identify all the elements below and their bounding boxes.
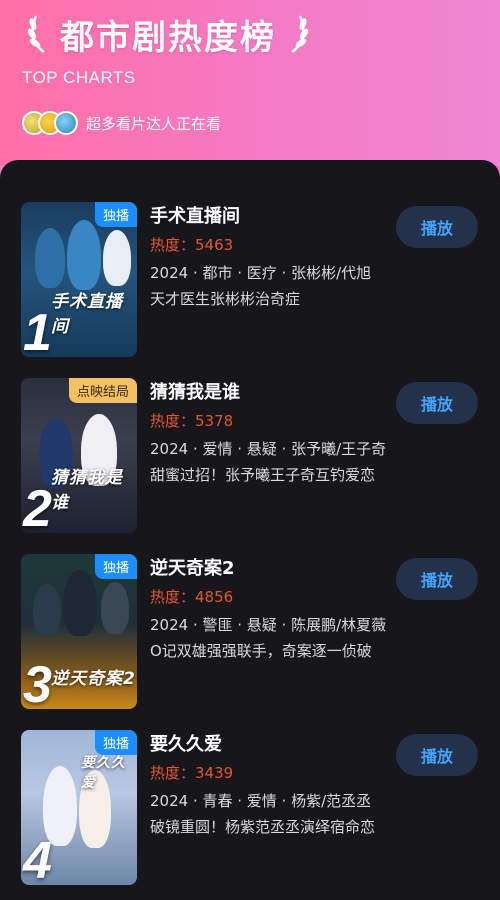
header: 都市剧热度榜 TOP CHARTS 超多看片达人正在看 — [0, 0, 500, 165]
title-row: 都市剧热度榜 — [26, 8, 310, 60]
avatar — [54, 111, 78, 135]
rank-number: 1 — [23, 304, 52, 357]
laurel-icon — [27, 15, 45, 54]
show-title[interactable]: 逆天奇案2 — [150, 556, 410, 582]
ended-badge: 点映结局 — [68, 378, 137, 403]
viewer-text: 超多看片达人正在看 — [86, 114, 222, 133]
show-description: 天才医生张彬彬治奇症 — [150, 290, 301, 308]
item-info: 手术直播间 热度：5463 2024 · 都市 · 医疗 · 张彬彬/代旭 天才… — [150, 204, 410, 310]
play-button[interactable]: 播放 — [396, 206, 478, 248]
heat-row: 热度：5463 — [150, 234, 410, 256]
heat-value: 3439 — [195, 764, 234, 782]
show-title[interactable]: 猜猜我是谁 — [150, 380, 410, 406]
heat-value: 5463 — [195, 236, 234, 254]
show-meta: 2024 · 爱情 · 悬疑 · 张予曦/王子奇 — [150, 440, 387, 458]
poster-caption: 要久久爱 — [81, 755, 126, 791]
laurel-icon — [291, 15, 309, 54]
heat-label: 热度： — [150, 412, 196, 430]
show-description: 甜蜜过招！张予曦王子奇互钓爱恋 — [150, 466, 376, 484]
show-meta: 2024 · 警匪 · 悬疑 · 陈展鹏/林夏薇 — [150, 616, 387, 634]
page-title: 都市剧热度榜 — [60, 17, 276, 58]
play-button[interactable]: 播放 — [396, 382, 478, 424]
show-meta: 2024 · 青春 · 爱情 · 杨紫/范丞丞 — [150, 792, 372, 810]
chart-list: 独播 手术直播间 1 手术直播间 热度：5463 2024 · 都市 · 医疗 … — [0, 160, 500, 900]
heat-label: 热度： — [150, 588, 196, 606]
list-item[interactable]: 独播 手术直播间 1 手术直播间 热度：5463 2024 · 都市 · 医疗 … — [0, 202, 500, 362]
heat-value: 4856 — [195, 588, 234, 606]
exclusive-badge: 独播 — [94, 554, 137, 579]
show-title[interactable]: 手术直播间 — [150, 204, 410, 230]
show-title[interactable]: 要久久爱 — [150, 732, 410, 758]
poster[interactable]: 独播 手术直播间 1 — [21, 202, 137, 357]
item-info: 要久久爱 热度：3439 2024 · 青春 · 爱情 · 杨紫/范丞丞 破镜重… — [150, 732, 410, 838]
poster-caption: 手术直播间 — [51, 292, 123, 337]
viewer-row: 超多看片达人正在看 — [22, 108, 221, 138]
heat-row: 热度：4856 — [150, 586, 410, 608]
rank-number: 3 — [23, 656, 52, 709]
heat-label: 热度： — [150, 764, 196, 782]
heat-row: 热度：3439 — [150, 762, 410, 784]
poster-caption: 逆天奇案2 — [51, 669, 136, 689]
show-description: O记双雄强强联手，奇案逐一侦破 — [150, 642, 372, 660]
page-subtitle: TOP CHARTS — [22, 68, 136, 87]
list-item[interactable]: 点映结局 猜猜我是谁 2 猜猜我是谁 热度：5378 2024 · 爱情 · 悬… — [0, 378, 500, 538]
poster-caption: 猜猜我是谁 — [51, 468, 123, 513]
heat-value: 5378 — [195, 412, 234, 430]
heat-row: 热度：5378 — [150, 410, 410, 432]
heat-label: 热度： — [150, 236, 196, 254]
avatar-group — [22, 111, 78, 135]
item-info: 逆天奇案2 热度：4856 2024 · 警匪 · 悬疑 · 陈展鹏/林夏薇 O… — [150, 556, 410, 662]
play-button[interactable]: 播放 — [396, 558, 478, 600]
list-item[interactable]: 独播 逆天奇案2 3 逆天奇案2 热度：4856 2024 · 警匪 · 悬疑 … — [0, 554, 500, 714]
poster[interactable]: 独播 要久久爱 4 — [21, 730, 137, 885]
list-item[interactable]: 独播 要久久爱 4 要久久爱 热度：3439 2024 · 青春 · 爱情 · … — [0, 730, 500, 890]
item-info: 猜猜我是谁 热度：5378 2024 · 爱情 · 悬疑 · 张予曦/王子奇 甜… — [150, 380, 410, 486]
poster[interactable]: 点映结局 猜猜我是谁 2 — [21, 378, 137, 533]
rank-number: 2 — [23, 480, 52, 533]
rank-number: 4 — [23, 832, 52, 885]
show-meta: 2024 · 都市 · 医疗 · 张彬彬/代旭 — [150, 264, 372, 282]
poster[interactable]: 独播 逆天奇案2 3 — [21, 554, 137, 709]
exclusive-badge: 独播 — [94, 202, 137, 227]
show-description: 破镜重圆！杨紫范丞丞演绎宿命恋 — [150, 818, 376, 836]
play-button[interactable]: 播放 — [396, 734, 478, 776]
